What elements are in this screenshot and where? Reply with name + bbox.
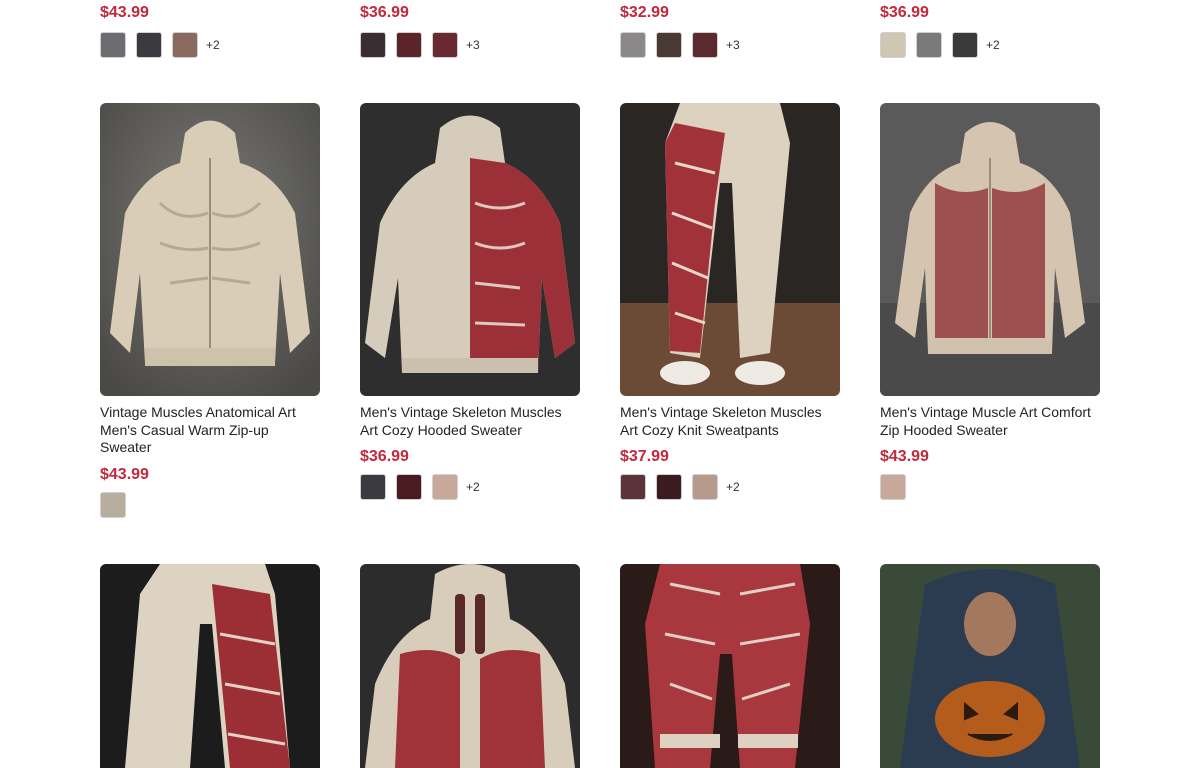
product-price: $37.99: [620, 448, 669, 465]
more-colors-count[interactable]: +2: [726, 480, 740, 494]
product-price: $36.99: [360, 4, 409, 21]
more-colors-count[interactable]: +3: [726, 38, 740, 52]
color-swatch[interactable]: [172, 32, 198, 58]
product-card[interactable]: Men's Vintage Skeleton Muscles Art Cozy …: [620, 103, 840, 501]
color-swatch[interactable]: [100, 32, 126, 58]
product-card[interactable]: [100, 564, 320, 768]
product-title[interactable]: Vintage Muscles Anatomical Art Men's Cas…: [100, 404, 320, 457]
color-swatch[interactable]: [692, 32, 718, 58]
product-image[interactable]: [620, 564, 840, 768]
color-swatches: [100, 491, 320, 519]
more-colors-count[interactable]: +2: [986, 38, 1000, 52]
color-swatches: +2: [360, 473, 580, 501]
product-card[interactable]: [360, 564, 580, 768]
product-card[interactable]: $36.99 +2: [880, 0, 1100, 59]
product-image[interactable]: [100, 564, 320, 768]
product-title[interactable]: Men's Vintage Muscle Art Comfort Zip Hoo…: [880, 404, 1100, 439]
color-swatch[interactable]: [396, 32, 422, 58]
color-swatch[interactable]: [952, 32, 978, 58]
product-card[interactable]: [620, 564, 840, 768]
color-swatch[interactable]: [656, 32, 682, 58]
color-swatches: +2: [880, 31, 1100, 59]
product-image[interactable]: [360, 103, 580, 396]
product-price: $43.99: [100, 465, 149, 483]
color-swatch[interactable]: [880, 32, 906, 58]
product-image[interactable]: [880, 564, 1100, 768]
color-swatch[interactable]: [360, 32, 386, 58]
product-price: $32.99: [620, 4, 669, 21]
color-swatch[interactable]: [916, 32, 942, 58]
more-colors-count[interactable]: +2: [466, 480, 480, 494]
product-price: $36.99: [880, 4, 929, 21]
color-swatches: [880, 473, 1100, 501]
color-swatch[interactable]: [880, 474, 906, 500]
color-swatch[interactable]: [620, 474, 646, 500]
product-title[interactable]: Men's Vintage Skeleton Muscles Art Cozy …: [360, 404, 580, 439]
product-image[interactable]: [100, 103, 320, 396]
product-card[interactable]: Men's Vintage Skeleton Muscles Art Cozy …: [360, 103, 580, 501]
product-card[interactable]: $32.99 +3: [620, 0, 840, 59]
color-swatch[interactable]: [100, 491, 126, 518]
product-image[interactable]: [360, 564, 580, 768]
color-swatches: +3: [620, 31, 840, 59]
color-swatch[interactable]: [692, 474, 718, 500]
product-card[interactable]: $36.99 +3: [360, 0, 580, 59]
product-card[interactable]: Vintage Muscles Anatomical Art Men's Cas…: [100, 103, 320, 519]
color-swatch[interactable]: [396, 474, 422, 500]
product-price: $43.99: [880, 448, 929, 465]
product-image[interactable]: [620, 103, 840, 396]
color-swatches: +3: [360, 31, 580, 59]
more-colors-count[interactable]: +3: [466, 38, 480, 52]
product-card[interactable]: Men's Vintage Muscle Art Comfort Zip Hoo…: [880, 103, 1100, 501]
product-card[interactable]: [880, 564, 1100, 768]
color-swatch[interactable]: [136, 32, 162, 58]
product-image[interactable]: [880, 103, 1100, 396]
color-swatches: +2: [620, 473, 840, 501]
color-swatch[interactable]: [620, 32, 646, 58]
color-swatches: +2: [100, 31, 320, 59]
product-card[interactable]: $43.99 +2: [100, 0, 320, 59]
color-swatch[interactable]: [360, 474, 386, 500]
product-price: $36.99: [360, 448, 409, 465]
color-swatch[interactable]: [432, 474, 458, 500]
more-colors-count[interactable]: +2: [206, 38, 220, 52]
color-swatch[interactable]: [656, 474, 682, 500]
product-title[interactable]: Men's Vintage Skeleton Muscles Art Cozy …: [620, 404, 840, 439]
color-swatch[interactable]: [432, 32, 458, 58]
product-price: $43.99: [100, 4, 149, 21]
